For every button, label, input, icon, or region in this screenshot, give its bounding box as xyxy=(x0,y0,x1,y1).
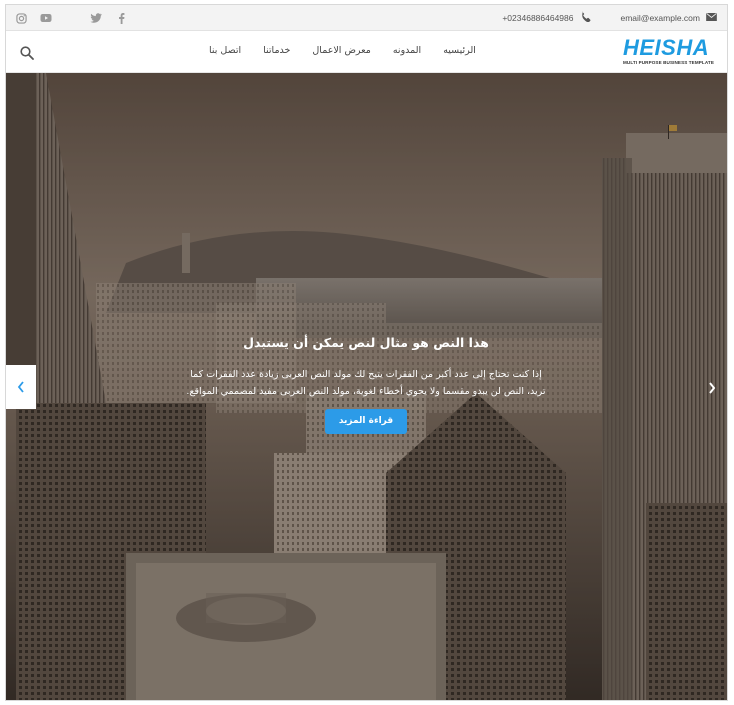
nav-item-contact[interactable]: اتصل بنا xyxy=(209,45,241,56)
nav-item-blog[interactable]: المدونه xyxy=(393,45,421,56)
hero-text: إذا كنت تحتاج إلى عدد أكبر من الفقرات يت… xyxy=(186,369,546,397)
social-links xyxy=(14,11,128,25)
read-more-button[interactable]: قراءة المزيد xyxy=(324,409,408,434)
phone-icon xyxy=(580,11,591,24)
twitter-icon[interactable] xyxy=(89,11,103,25)
envelope-icon xyxy=(706,12,717,23)
email-address[interactable]: email@example.com xyxy=(621,13,701,23)
nav-menu: اتصل بنا خدماتنا معرض الاعمال المدونه ال… xyxy=(209,45,476,56)
brand-logo[interactable]: HEISHA MULTI PURPOSE BUSINESS TEMPLATE xyxy=(623,37,716,67)
page-frame: +02346886464986 email@example.com اتصل ب… xyxy=(5,4,728,701)
search-icon[interactable] xyxy=(20,45,34,64)
contact-info: +02346886464986 email@example.com xyxy=(502,11,717,24)
logo-tagline: MULTI PURPOSE BUSINESS TEMPLATE xyxy=(623,60,714,65)
hero-caption: هذا النص هو مثال لنص يمكن أن يستبدل إذا … xyxy=(181,335,551,434)
hero-title: هذا النص هو مثال لنص يمكن أن يستبدل xyxy=(243,335,489,350)
slider-next-button[interactable] xyxy=(705,378,719,398)
instagram-icon[interactable] xyxy=(14,11,28,25)
main-navbar: اتصل بنا خدماتنا معرض الاعمال المدونه ال… xyxy=(6,31,727,73)
hero-slider: هذا النص هو مثال لنص يمكن أن يستبدل إذا … xyxy=(6,73,727,700)
youtube-icon[interactable] xyxy=(39,11,53,25)
chevron-left-icon xyxy=(17,381,24,393)
facebook-icon[interactable] xyxy=(114,11,128,25)
chevron-right-icon xyxy=(709,382,716,394)
phone-number[interactable]: +02346886464986 xyxy=(502,13,573,23)
top-bar: +02346886464986 email@example.com xyxy=(6,5,727,31)
nav-item-services[interactable]: خدماتنا xyxy=(263,45,290,56)
nav-item-home[interactable]: الرئيسيه xyxy=(443,45,476,56)
nav-item-portfolio[interactable]: معرض الاعمال xyxy=(312,45,370,56)
logo-wordmark: HEISHA xyxy=(623,35,710,60)
slider-prev-button[interactable] xyxy=(6,365,36,409)
